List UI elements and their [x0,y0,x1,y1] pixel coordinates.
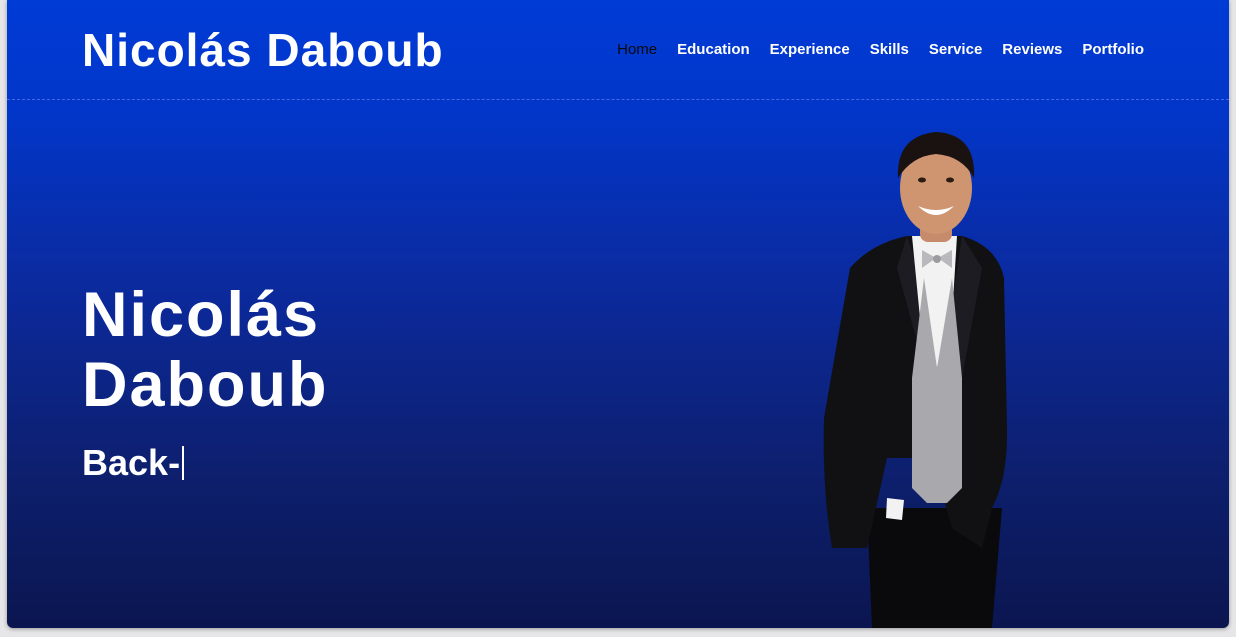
hero-title-line2: Daboub [82,350,329,420]
nav-item-portfolio[interactable]: Portfolio [1082,38,1144,62]
nav-item-experience[interactable]: Experience [770,38,850,62]
hero-typed-subtitle: Back- [82,440,185,486]
hero-title-line1: Nicolás [82,280,321,350]
site-logo-text[interactable]: Nicolás Daboub [82,20,444,80]
page-window: Nicolás Daboub Home Education Experience… [7,0,1229,628]
nav-item-education[interactable]: Education [677,38,750,62]
nav-item-service[interactable]: Service [929,38,982,62]
hero-title: Nicolás Daboub [82,280,328,420]
nav-item-reviews[interactable]: Reviews [1002,38,1062,62]
typing-cursor [182,446,185,480]
main-nav: Home Education Experience Skills Service… [617,38,1144,62]
nav-item-skills[interactable]: Skills [870,38,909,62]
portrait-photo [823,132,1008,628]
nav-item-home[interactable]: Home [617,38,657,62]
typed-text: Back- [82,442,181,483]
site-header: Nicolás Daboub Home Education Experience… [7,0,1229,100]
